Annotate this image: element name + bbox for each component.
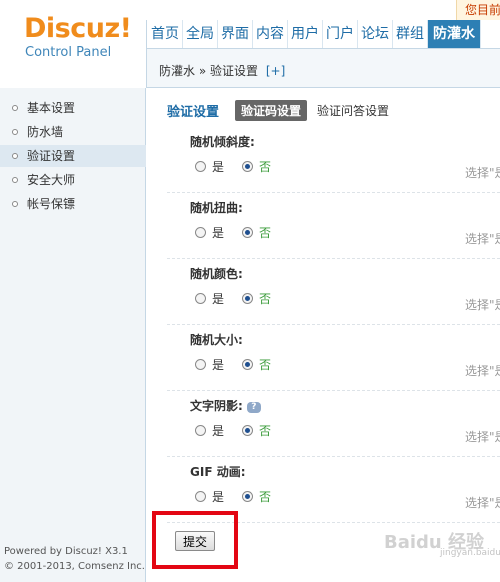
radio-yes-label: 是 — [212, 292, 225, 306]
nav-users[interactable]: 用户 — [288, 20, 323, 48]
logo-title: Discuz! — [24, 13, 132, 44]
sidebar-item-label: 基本设置 — [27, 101, 76, 115]
submit-button[interactable]: 提交 — [175, 531, 215, 551]
watermark-url: jingyan.baidu.com — [440, 548, 500, 558]
sidebar-item-label: 验证设置 — [27, 149, 76, 163]
sidebar-item-label: 安全大师 — [27, 173, 76, 187]
radio-yes-label: 是 — [212, 490, 225, 504]
setting-hint: 选择"是 — [465, 430, 500, 444]
radio-no[interactable] — [242, 425, 254, 436]
setting-hint: 选择"是 — [465, 496, 500, 510]
setting-text-shadow: 文字阴影:? 是 否 选择"是 — [167, 391, 500, 457]
setting-label: 随机颜色: — [190, 267, 243, 281]
radio-group: 是 否 — [195, 422, 289, 439]
nav-content[interactable]: 内容 — [253, 20, 288, 48]
setting-random-color: 随机颜色: 是 否 选择"是 — [167, 259, 500, 325]
radio-no-label: 否 — [259, 424, 272, 438]
nav-home[interactable]: 首页 — [148, 20, 183, 48]
help-icon[interactable]: ? — [246, 402, 261, 413]
nav-forum[interactable]: 论坛 — [358, 20, 393, 48]
setting-random-tilt: 随机倾斜度: 是 否 选择"是 — [167, 127, 500, 193]
setting-label: 随机倾斜度: — [190, 135, 255, 149]
sidebar-item-basic-settings[interactable]: 基本设置 — [0, 97, 146, 119]
bullet-icon — [12, 129, 18, 135]
radio-no[interactable] — [242, 293, 254, 304]
setting-label-text: 文字阴影: — [190, 399, 243, 413]
radio-yes-label: 是 — [212, 226, 225, 240]
sidebar-item-security-master[interactable]: 安全大师 — [0, 169, 146, 191]
bullet-icon — [12, 105, 18, 111]
radio-yes[interactable] — [195, 491, 206, 502]
radio-no[interactable] — [242, 161, 254, 172]
radio-no[interactable] — [242, 227, 254, 238]
radio-group: 是 否 — [195, 356, 289, 373]
sidebar-item-account-guard[interactable]: 帐号保镖 — [0, 193, 146, 215]
radio-yes-label: 是 — [212, 160, 225, 174]
main-content: 验证设置 验证码设置 验证问答设置 随机倾斜度: 是 否 选择"是 随机扭曲: … — [147, 89, 500, 582]
radio-group: 是 否 — [195, 290, 289, 307]
radio-group: 是 否 — [195, 488, 289, 505]
top-nav: 首页 全局 界面 内容 用户 门户 论坛 群组 防灌水 — [148, 20, 481, 48]
radio-no-label: 否 — [259, 160, 272, 174]
radio-yes[interactable] — [195, 425, 206, 436]
setting-label: 文字阴影:? — [190, 397, 261, 414]
sidebar-item-verification[interactable]: 验证设置 — [0, 145, 146, 167]
radio-yes-label: 是 — [212, 424, 225, 438]
radio-group: 是 否 — [195, 158, 289, 175]
footer-powered-by: Powered by Discuz! X3.1 — [4, 546, 128, 557]
radio-yes[interactable] — [195, 293, 206, 304]
radio-yes[interactable] — [195, 227, 206, 238]
radio-no[interactable] — [242, 491, 254, 502]
nav-portal[interactable]: 门户 — [323, 20, 358, 48]
setting-label: 随机大小: — [190, 333, 243, 347]
footer-copyright: © 2001-2013, Comsenz Inc. — [4, 561, 145, 572]
breadcrumb-parent[interactable]: 防灌水 — [159, 64, 195, 78]
add-shortcut-button[interactable]: [+] — [266, 64, 285, 78]
radio-no-label: 否 — [259, 226, 272, 240]
nav-interface[interactable]: 界面 — [218, 20, 253, 48]
nav-groups[interactable]: 群组 — [393, 20, 428, 48]
radio-no-label: 否 — [259, 490, 272, 504]
radio-yes-label: 是 — [212, 358, 225, 372]
sidebar-item-firewall[interactable]: 防水墙 — [0, 121, 146, 143]
logo-subtitle: Control Panel — [25, 45, 112, 60]
footer: Powered by Discuz! X3.1 © 2001-2013, Com… — [4, 544, 145, 574]
radio-group: 是 否 — [195, 224, 289, 241]
tab-bar: 验证设置 验证码设置 验证问答设置 — [167, 99, 399, 121]
logo[interactable]: Discuz! Control Panel — [0, 0, 146, 88]
bullet-icon — [12, 153, 18, 159]
section-title: 验证设置 — [167, 104, 220, 120]
nav-anti-flood[interactable]: 防灌水 — [428, 20, 481, 48]
submit-highlight: 提交 — [152, 511, 238, 569]
setting-label: GIF 动画: — [190, 465, 246, 479]
sidebar-item-label: 防水墙 — [27, 125, 64, 139]
radio-no[interactable] — [242, 359, 254, 370]
radio-yes[interactable] — [195, 359, 206, 370]
setting-hint: 选择"是 — [465, 364, 500, 378]
setting-hint: 选择"是 — [465, 298, 500, 312]
bullet-icon — [12, 177, 18, 183]
setting-hint: 选择"是 — [465, 232, 500, 246]
setting-label: 随机扭曲: — [190, 201, 243, 215]
top-notice: 您目前 — [456, 0, 500, 20]
setting-random-distort: 随机扭曲: 是 否 选择"是 — [167, 193, 500, 259]
tab-qa-settings[interactable]: 验证问答设置 — [311, 100, 395, 121]
setting-random-size: 随机大小: 是 否 选择"是 — [167, 325, 500, 391]
breadcrumb-current: 验证设置 — [210, 64, 259, 78]
nav-global[interactable]: 全局 — [183, 20, 218, 48]
breadcrumb-bar: 防灌水 » 验证设置 [+] — [147, 48, 500, 88]
breadcrumb-separator: » — [198, 64, 207, 78]
breadcrumb: 防灌水 » 验证设置 [+] — [159, 62, 285, 79]
radio-yes[interactable] — [195, 161, 206, 172]
tab-captcha-settings[interactable]: 验证码设置 — [235, 99, 308, 121]
sidebar-item-label: 帐号保镖 — [27, 197, 76, 211]
radio-no-label: 否 — [259, 358, 272, 372]
setting-hint: 选择"是 — [465, 166, 500, 180]
sidebar: 基本设置 防水墙 验证设置 安全大师 帐号保镖 Powered by Discu… — [0, 88, 146, 582]
radio-no-label: 否 — [259, 292, 272, 306]
bullet-icon — [12, 201, 18, 207]
